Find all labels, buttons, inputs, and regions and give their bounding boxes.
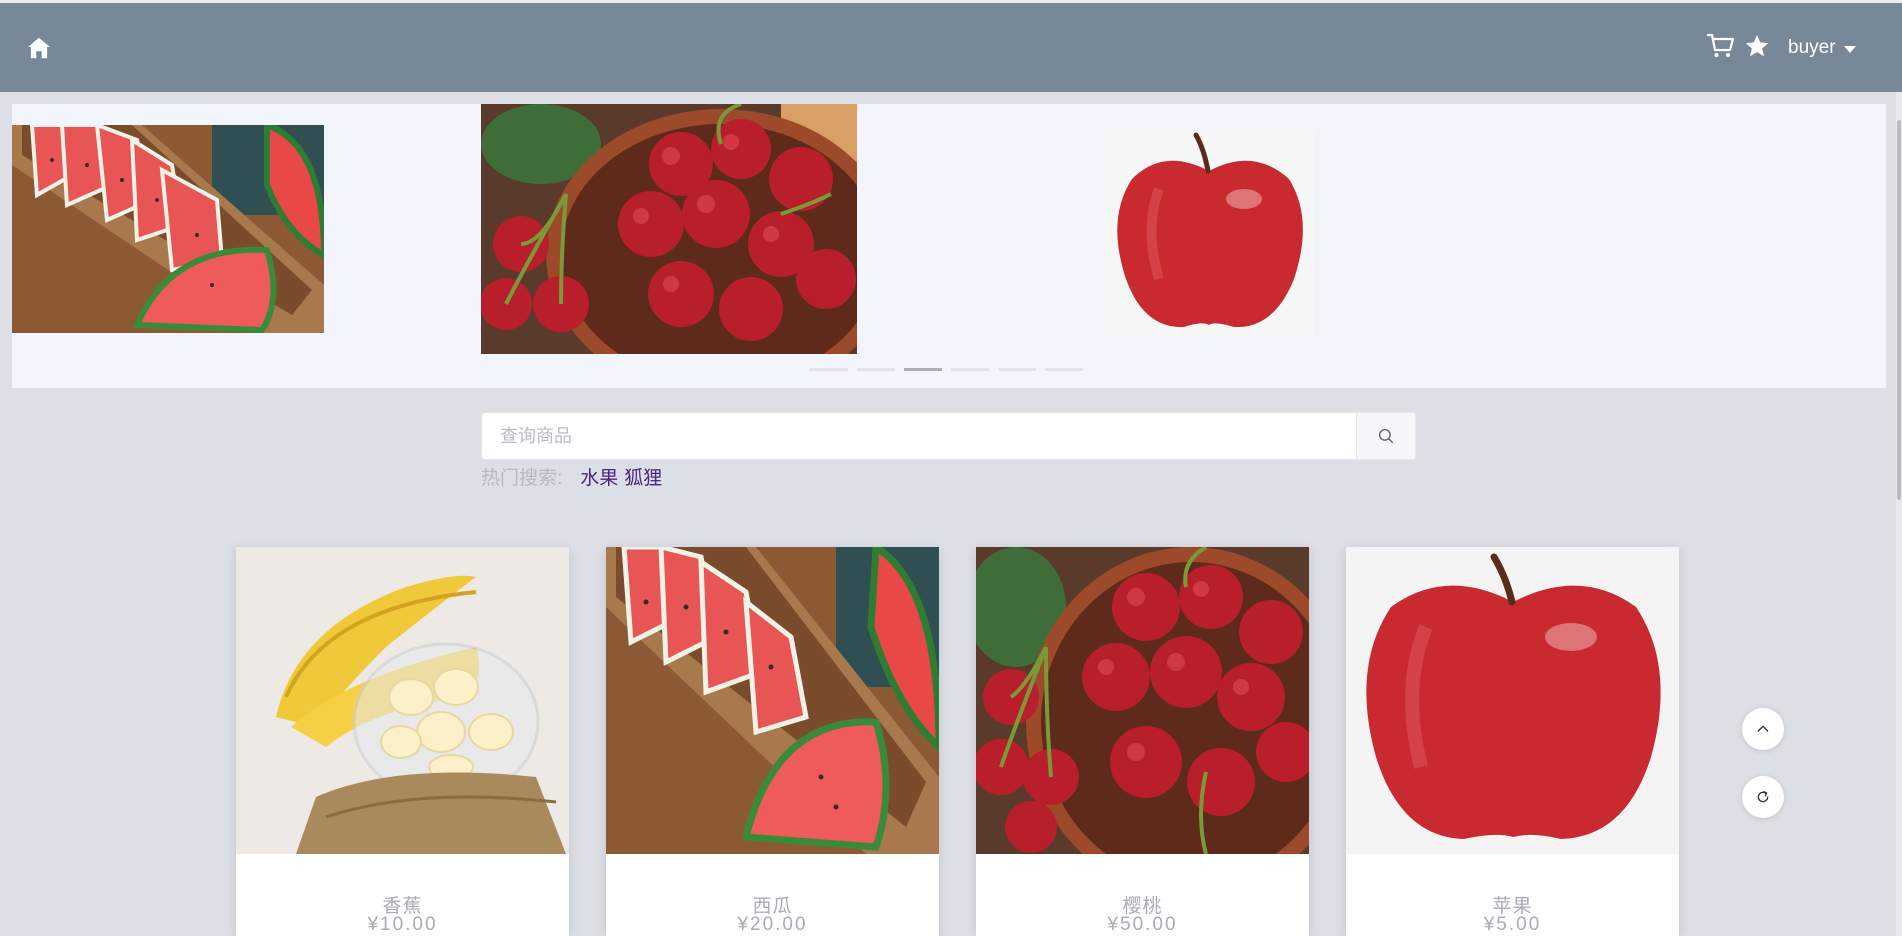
hot-search-term[interactable]: 狐狸 xyxy=(624,463,662,490)
home-icon xyxy=(28,37,50,59)
carousel-indicator[interactable] xyxy=(1045,368,1083,371)
chevron-up-icon xyxy=(1757,725,1769,732)
cart-button[interactable] xyxy=(1706,31,1736,61)
product-image xyxy=(606,547,939,854)
carousel-indicator[interactable] xyxy=(951,368,989,371)
search-icon xyxy=(1378,428,1394,444)
product-image xyxy=(976,547,1309,854)
product-price: ¥5.00 xyxy=(1483,914,1542,935)
product-grid: 香蕉 ¥10.00 西瓜 ¥20.00 樱桃 ¥50.00 苹果 ¥5.00 xyxy=(236,547,1680,936)
product-price: ¥20.00 xyxy=(737,914,808,935)
carousel-indicator-active[interactable] xyxy=(904,368,942,371)
page-scrollbar-thumb[interactable] xyxy=(1897,120,1901,500)
carousel-slide-watermelon[interactable] xyxy=(12,125,324,333)
cherry-image xyxy=(481,104,857,354)
refresh-button[interactable] xyxy=(1742,776,1784,818)
apple-image xyxy=(1346,547,1679,854)
username-label: buyer xyxy=(1788,37,1836,58)
hot-search-label: 热门搜索: xyxy=(481,468,563,489)
carousel-indicator[interactable] xyxy=(998,368,1036,371)
back-to-top-button[interactable] xyxy=(1742,708,1784,750)
caret-down-icon xyxy=(1843,45,1856,53)
search-input[interactable] xyxy=(481,412,1356,460)
product-card[interactable]: 香蕉 ¥10.00 xyxy=(236,547,569,936)
product-image xyxy=(1346,547,1679,854)
refresh-icon xyxy=(1757,791,1769,803)
carousel-slide-cherry[interactable] xyxy=(481,104,857,354)
product-card[interactable]: 苹果 ¥5.00 xyxy=(1346,547,1679,936)
banana-image xyxy=(236,547,569,854)
cherry-image xyxy=(976,547,1309,854)
product-card[interactable]: 樱桃 ¥50.00 xyxy=(976,547,1309,936)
watermelon-image xyxy=(12,125,324,333)
apple-image xyxy=(1104,129,1314,337)
hot-search-term[interactable]: 水果 xyxy=(580,463,618,490)
carousel-indicators xyxy=(810,368,1083,371)
product-card[interactable]: 西瓜 ¥20.00 xyxy=(606,547,939,936)
cart-icon xyxy=(1706,33,1735,57)
carousel-slide-apple[interactable] xyxy=(1104,129,1314,337)
favorites-button[interactable] xyxy=(1744,33,1772,61)
watermelon-image xyxy=(606,547,939,854)
product-price: ¥50.00 xyxy=(1107,914,1178,935)
hot-search: 热门搜索: 水果 狐狸 xyxy=(481,463,668,490)
star-icon xyxy=(1745,34,1769,57)
search-button[interactable] xyxy=(1356,412,1416,460)
banner-carousel xyxy=(12,104,1886,388)
search-bar xyxy=(481,412,1416,460)
carousel-indicator[interactable] xyxy=(857,368,895,371)
home-button[interactable] xyxy=(26,35,52,61)
product-price: ¥10.00 xyxy=(367,914,438,935)
product-image xyxy=(236,547,569,854)
carousel-indicator[interactable] xyxy=(810,368,848,371)
user-menu[interactable]: buyer xyxy=(1788,35,1856,61)
top-navbar: buyer xyxy=(0,3,1902,92)
